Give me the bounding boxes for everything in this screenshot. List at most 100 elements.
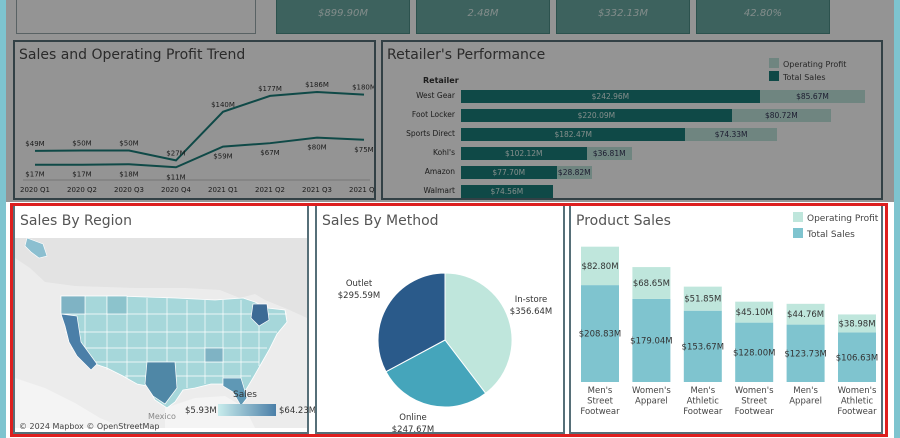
pie-label-value: $295.59M — [338, 291, 380, 301]
bar-category-label: Men's — [793, 386, 818, 396]
trend-x-tick: 2021 Q1 — [208, 186, 238, 194]
bar-category-label: Women's — [735, 386, 774, 396]
retailer-row[interactable]: Kohl's $102.12M $36.81M — [383, 145, 883, 161]
bar-category-label: Footwear — [580, 407, 620, 417]
product-panel[interactable]: Product Sales Operating Profit Total Sal… — [569, 206, 883, 434]
retailer-sales-bar: $102.12M — [461, 147, 587, 160]
trend-profit-label: $18M — [119, 170, 138, 178]
trend-profit-label: $11M — [166, 173, 185, 181]
retailer-row[interactable]: Walmart $74.56M — [383, 183, 883, 199]
kpi-value: 2.48M — [467, 8, 499, 19]
trend-sales-label: $140M — [211, 101, 235, 109]
retailer-profit-bar: $74.33M — [685, 128, 777, 141]
kpi-card-sales[interactable]: $899.90M — [276, 0, 410, 34]
map-legend-min: $5.93M — [185, 406, 217, 416]
retailer-name: Sports Direct — [406, 129, 455, 138]
kpi-card-margin[interactable]: 42.80% — [696, 0, 830, 34]
retailer-sales-bar: $74.56M — [461, 185, 553, 198]
kpi-value: 42.80% — [743, 8, 783, 19]
product-bar-chart[interactable]: $208.83M$82.80MMen'sStreetFootwear$179.0… — [571, 206, 881, 432]
legend-item-sales: Total Sales — [769, 71, 846, 82]
dashboard: $899.90M 2.48M $332.13M 42.80% Sales and… — [6, 0, 894, 438]
retailer-name: Amazon — [424, 167, 455, 176]
legend-item-profit: Operating Profit — [769, 58, 846, 69]
pie-label-value: $247.67M — [392, 425, 434, 432]
bar-profit-label: $82.80M — [581, 262, 618, 272]
retailer-sales-bar: $220.09M — [461, 109, 732, 122]
bar-category-label: Apparel — [635, 397, 668, 407]
bar-category-label: Footwear — [683, 407, 723, 417]
kpi-card-units[interactable]: 2.48M — [416, 0, 550, 34]
trend-chart: $49M $50M $50M $27M $140M $177M $186M $180M $17M… — [20, 81, 374, 194]
retailer-name: Kohl's — [433, 148, 455, 157]
region-title: Sales By Region — [20, 213, 132, 229]
trend-x-tick: 2020 Q4 — [161, 186, 192, 194]
kpi-value: $899.90M — [318, 8, 368, 19]
trend-sales-label: $180M — [352, 84, 374, 92]
bar-category-label: Street — [587, 397, 613, 407]
bar-category-label: Street — [741, 397, 767, 407]
us-map[interactable] — [15, 238, 307, 428]
kpi-card-profit[interactable]: $332.13M — [556, 0, 690, 34]
retailer-profit-bar: $85.67M — [759, 90, 866, 103]
bar-category-label: Footwear — [837, 407, 877, 417]
bar-category-label: Women's — [838, 386, 877, 396]
retailer-header: Retailer — [423, 76, 459, 85]
bar-sales-label: $123.73M — [784, 349, 826, 359]
bar-sales-label: $179.04M — [630, 336, 672, 346]
bar-category-label: Apparel — [789, 397, 822, 407]
retailer-row[interactable]: Amazon $77.70M $28.82M — [383, 164, 883, 180]
bar-category-label: Women's — [632, 386, 671, 396]
bar-category-label: Athletic — [687, 397, 720, 407]
method-panel[interactable]: Sales By Method In-store $356.64M Online $2… — [315, 206, 565, 434]
trend-x-tick: 2020 Q3 — [114, 186, 144, 194]
region-panel[interactable]: Sales By Region Sales $5.93M $64.23M Mex… — [13, 206, 316, 434]
map-legend-max: $64.23M — [279, 406, 317, 416]
kpi-card-blank — [16, 0, 256, 34]
bar-profit-label: $38.98M — [838, 319, 875, 329]
trend-profit-label: $17M — [72, 171, 91, 179]
pie-label-value: $356.64M — [510, 307, 552, 317]
retailer-profit-bar: $80.72M — [731, 109, 831, 122]
method-pie-chart[interactable]: In-store $356.64M Online $247.67M Outlet $295… — [317, 206, 563, 432]
trend-x-tick: 2021 Q3 — [302, 186, 332, 194]
trend-panel: Sales and Operating Profit Trend $49M $50… — [13, 40, 376, 200]
trend-profit-label: $80M — [307, 144, 326, 152]
bar-category-label: Athletic — [841, 397, 874, 407]
retailer-row[interactable]: Sports Direct $182.47M $74.33M — [383, 126, 883, 142]
trend-sales-label: $177M — [258, 85, 282, 93]
trend-profit-label: $59M — [213, 153, 232, 161]
retailer-panel: Retailer's Performance Operating Profit … — [381, 40, 883, 200]
legend-label: Total Sales — [783, 73, 826, 82]
trend-sales-label: $27M — [166, 149, 185, 157]
map-credit[interactable]: © 2024 Mapbox © OpenStreetMap — [19, 422, 159, 431]
bar-sales-label: $106.63M — [836, 353, 878, 363]
kpi-value: $332.13M — [598, 8, 648, 19]
trend-profit-label: $17M — [25, 171, 44, 179]
trend-sales-label: $186M — [305, 81, 329, 89]
top-section: $899.90M 2.48M $332.13M 42.80% Sales and… — [6, 0, 894, 202]
legend-swatch — [769, 71, 779, 81]
retailer-name: Walmart — [423, 186, 455, 195]
bar-category-label: Footwear — [735, 407, 775, 417]
pie-label-name: Outlet — [346, 279, 373, 289]
retailer-row[interactable]: Foot Locker $220.09M $80.72M — [383, 107, 883, 123]
bar-category-label: Men's — [588, 386, 613, 396]
legend-swatch — [769, 58, 779, 68]
retailer-name: Foot Locker — [411, 110, 455, 119]
legend-label: Operating Profit — [783, 60, 847, 69]
retailer-name: West Gear — [416, 91, 455, 100]
retailer-row[interactable]: West Gear $242.96M $85.67M — [383, 88, 883, 104]
trend-x-tick: 2021 Q2 — [255, 186, 285, 194]
retailer-sales-bar: $77.70M — [461, 166, 557, 179]
retailer-sales-bar: $182.47M — [461, 128, 686, 141]
trend-x-tick: 2020 Q1 — [20, 186, 50, 194]
bar-profit-label: $45.10M — [736, 308, 773, 318]
retailer-sales-bar: $242.96M — [461, 90, 760, 103]
retailer-legend: Operating Profit Total Sales — [769, 58, 846, 82]
trend-x-tick: 2021 Q4 — [349, 186, 374, 194]
bar-sales-label: $208.83M — [579, 330, 621, 340]
map-legend-title: Sales — [233, 390, 257, 400]
bar-sales-label: $153.67M — [682, 342, 724, 352]
pie-label-name: Online — [399, 413, 426, 423]
